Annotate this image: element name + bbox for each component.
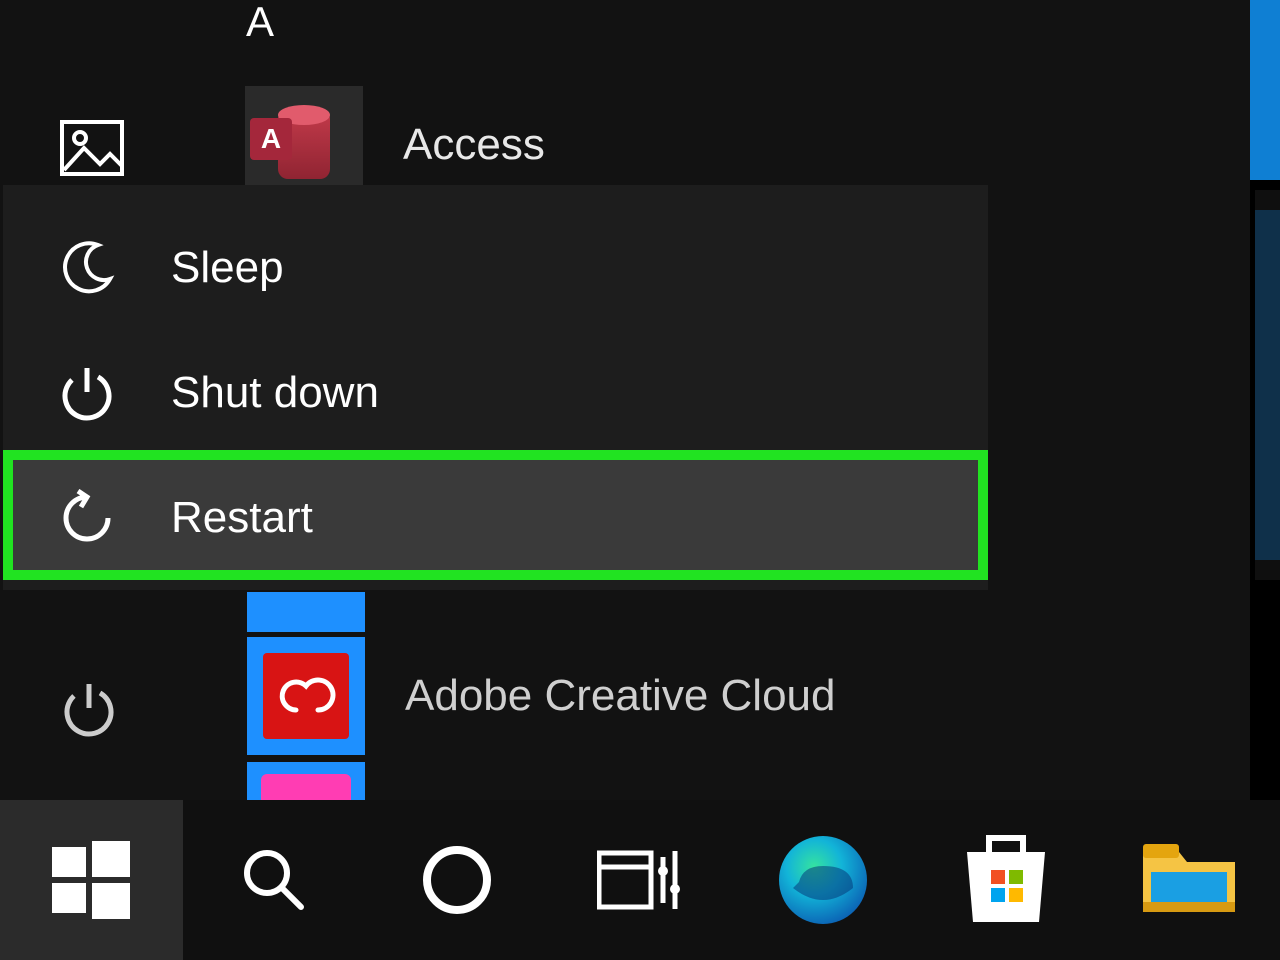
apps-section-header[interactable]: A [246,0,274,46]
app-label-access: Access [403,120,545,170]
power-menu-restart[interactable]: Restart [3,455,988,580]
shutdown-label: Shut down [171,368,379,418]
taskbar-cortana[interactable] [366,800,549,960]
sleep-label: Sleep [171,243,284,293]
app-label-adobe-cc: Adobe Creative Cloud [405,671,835,721]
taskbar-task-view[interactable] [549,800,732,960]
taskbar [0,800,1280,960]
windows-icon [52,841,130,919]
restart-label: Restart [171,493,313,543]
moon-icon [58,239,116,297]
restart-icon [58,489,116,547]
pictures-icon [60,120,124,176]
taskbar-file-explorer[interactable] [1097,800,1280,960]
desktop: A A Access Sleep Shut down [0,0,1280,960]
app-tile-fragment[interactable] [247,762,365,800]
power-menu: Sleep Shut down Restart [3,185,988,590]
file-explorer-icon [1139,840,1239,920]
taskbar-store[interactable] [914,800,1097,960]
pictures-button[interactable] [60,120,124,176]
live-tile-fragment[interactable] [1250,0,1280,180]
adobe-cc-icon [247,637,365,755]
task-view-icon [597,847,683,913]
taskbar-search[interactable] [183,800,366,960]
search-icon [239,845,309,915]
cortana-icon [421,844,493,916]
power-icon [58,364,116,422]
live-tile-fragment[interactable] [1255,190,1280,580]
creative-cloud-icon [276,676,336,716]
taskbar-edge[interactable] [731,800,914,960]
power-icon [60,680,118,738]
store-icon [961,832,1051,928]
app-item-adobe-creative-cloud[interactable]: Adobe Creative Cloud [247,636,835,756]
edge-icon [775,832,871,928]
access-badge-letter: A [250,118,292,160]
power-menu-shutdown[interactable]: Shut down [3,330,988,455]
power-button[interactable] [60,680,118,738]
start-button[interactable] [0,800,183,960]
app-tile-fragment[interactable] [247,592,365,632]
power-menu-sleep[interactable]: Sleep [3,205,988,330]
